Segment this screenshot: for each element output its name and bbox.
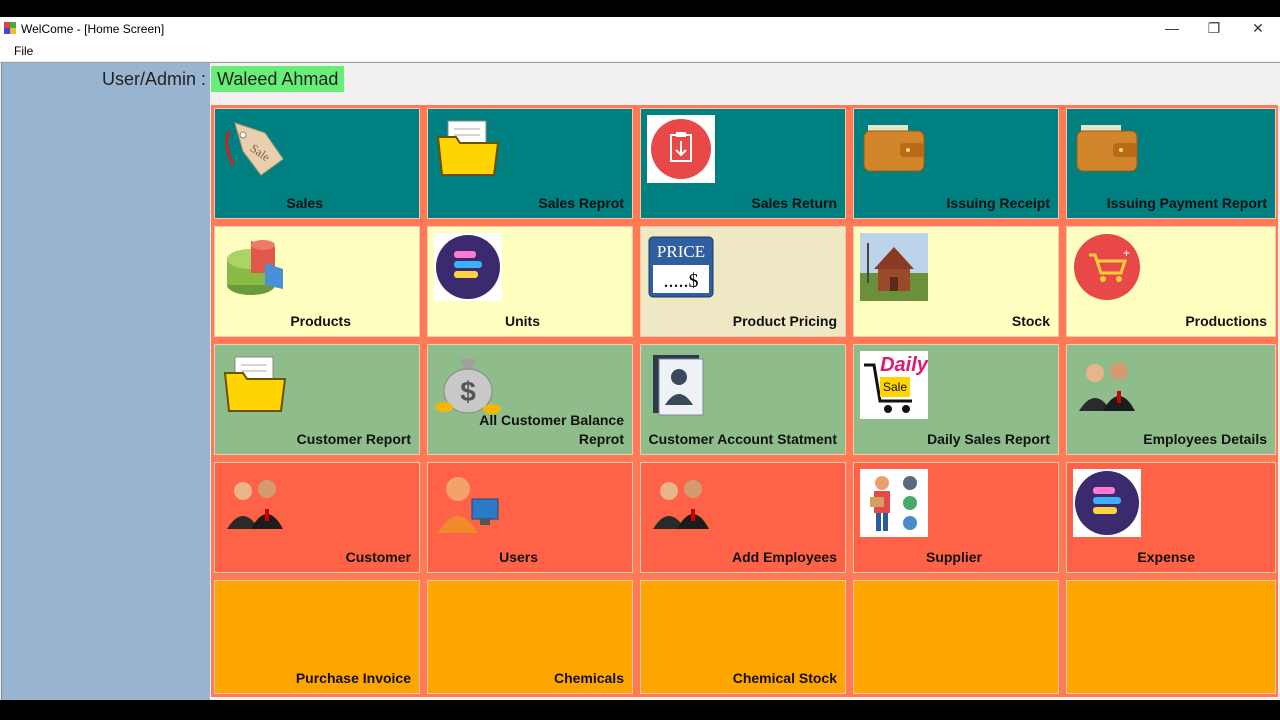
tile-sales-return[interactable]: Sales Return	[640, 108, 846, 219]
tile-sales-reprot[interactable]: Sales Reprot	[427, 108, 633, 219]
house-icon	[860, 233, 928, 301]
contact-book-icon	[653, 355, 704, 416]
tile-daily-sales-report[interactable]: Daily Sale Daily Sales Report	[853, 344, 1059, 455]
window-title: WelCome - [Home Screen]	[21, 22, 165, 36]
minimize-button[interactable]: —	[1150, 17, 1194, 40]
tile-purchase-invoice-label: Purchase Invoice	[295, 670, 411, 686]
tile-all-customer-balance-reprot-label: All Customer Balance Reprot	[479, 412, 624, 447]
tile-supplier-label: Supplier	[925, 549, 982, 565]
svg-text:+: +	[1123, 246, 1130, 260]
tile-grid: Sale Sales Sales Reprot Sales Return Iss…	[211, 105, 1278, 697]
tile-add-employees-label: Add Employees	[731, 549, 837, 565]
clipboard-return-icon	[647, 115, 715, 183]
menu-bar: File	[0, 40, 1280, 61]
wallet-icon	[863, 125, 925, 172]
tile-customer-label: Customer	[345, 549, 411, 565]
tile-product-pricing-label: Product Pricing	[732, 313, 837, 329]
tile-issuing-receipt-label: Issuing Receipt	[946, 195, 1050, 211]
tile-issuing-receipt[interactable]: Issuing Receipt	[853, 108, 1059, 219]
stack-icon	[1073, 469, 1141, 537]
tile-all-customer-balance-reprot[interactable]: $ All Customer Balance Reprot	[427, 344, 633, 455]
tile-units[interactable]: Units	[427, 226, 633, 337]
svg-text:Daily: Daily	[880, 354, 928, 376]
tile-customer-account-statment[interactable]: Customer Account Statment	[640, 344, 846, 455]
tile-product-pricing[interactable]: PRICE .....$ Product Pricing	[640, 226, 846, 337]
tile-sales-label: Sales	[286, 195, 323, 211]
mdi-client: User/Admin : Waleed Ahmad Sale Sales Sal…	[0, 62, 1280, 701]
tile-chemicals-label: Chemicals	[553, 670, 624, 686]
close-button[interactable]: ✕	[1236, 17, 1280, 40]
people-icon	[227, 480, 283, 529]
tile-products-label: Products	[290, 313, 351, 329]
title-bar[interactable]: WelCome - [Home Screen] — ❐ ✕	[0, 17, 1280, 40]
user-computer-icon	[438, 477, 499, 533]
wallet-icon	[1076, 125, 1138, 172]
tile-sales-return-label: Sales Return	[751, 195, 837, 211]
tile-chemicals[interactable]: Chemicals	[427, 580, 633, 694]
sale-tag-icon: Sale	[225, 122, 284, 176]
sidebar-panel	[1, 63, 210, 701]
stack-icon	[434, 233, 502, 301]
tile-issuing-payment-report-label: Issuing Payment Report	[1106, 195, 1267, 211]
user-admin-label: User/Admin :	[101, 69, 206, 89]
menu-file[interactable]: File	[14, 44, 33, 58]
tile-supplier[interactable]: Supplier	[853, 462, 1059, 573]
user-name-badge: Waleed Ahmad	[211, 66, 345, 92]
tile-add-employees[interactable]: Add Employees	[640, 462, 846, 573]
tile-customer-account-statment-label: Customer Account Statment	[648, 431, 837, 447]
tile-purchase-invoice[interactable]: Purchase Invoice	[214, 580, 420, 694]
tile-customer-report[interactable]: Customer Report	[214, 344, 420, 455]
folder-icon	[223, 356, 287, 412]
tile-daily-sales-report-label: Daily Sales Report	[927, 431, 1050, 447]
svg-text:.....$: .....$	[664, 270, 699, 292]
folder-icon	[436, 120, 500, 176]
tile-customer[interactable]: Customer	[214, 462, 420, 573]
tile-chemical-stock[interactable]: Chemical Stock	[640, 580, 846, 694]
price-tag-icon: PRICE .....$	[648, 236, 714, 298]
people-icon	[1079, 362, 1135, 411]
tile-stock-label: Stock	[1011, 313, 1050, 329]
tile-users-label: Users	[499, 549, 538, 565]
tile-empty-1[interactable]	[853, 580, 1059, 694]
tile-employees-details-label: Employees Details	[1143, 431, 1267, 447]
cart-icon: +	[1074, 234, 1140, 300]
tile-users[interactable]: Users	[427, 462, 633, 573]
tile-customer-report-label: Customer Report	[296, 431, 411, 447]
tile-chemical-stock-label: Chemical Stock	[732, 670, 837, 686]
tile-units-label: Units	[505, 313, 540, 329]
svg-text:$: $	[460, 376, 476, 407]
money-bag-icon: $	[435, 359, 501, 414]
pie-chart-icon	[227, 240, 283, 295]
tile-stock[interactable]: Stock	[853, 226, 1059, 337]
tile-products[interactable]: Products	[214, 226, 420, 337]
daily-sale-icon: Daily Sale	[860, 351, 928, 419]
tile-issuing-payment-report[interactable]: Issuing Payment Report	[1066, 108, 1276, 219]
tile-employees-details[interactable]: Employees Details	[1066, 344, 1276, 455]
tile-productions-label: Productions	[1185, 313, 1267, 329]
main-window: WelCome - [Home Screen] — ❐ ✕ File User/…	[0, 17, 1280, 701]
bottom-letterbox	[0, 700, 1280, 720]
tile-productions[interactable]: + Productions	[1066, 226, 1276, 337]
people-icon	[653, 480, 709, 529]
svg-text:Sale: Sale	[883, 380, 907, 394]
restore-button[interactable]: ❐	[1192, 17, 1236, 40]
svg-text:PRICE: PRICE	[657, 242, 705, 261]
tile-sales-reprot-label: Sales Reprot	[538, 195, 624, 211]
app-icon	[4, 22, 16, 34]
tile-expense[interactable]: Expense	[1066, 462, 1276, 573]
tile-sales[interactable]: Sale Sales	[214, 108, 420, 219]
delivery-man-icon	[860, 469, 928, 537]
tile-empty-2[interactable]	[1066, 580, 1276, 694]
tile-expense-label: Expense	[1137, 549, 1195, 565]
